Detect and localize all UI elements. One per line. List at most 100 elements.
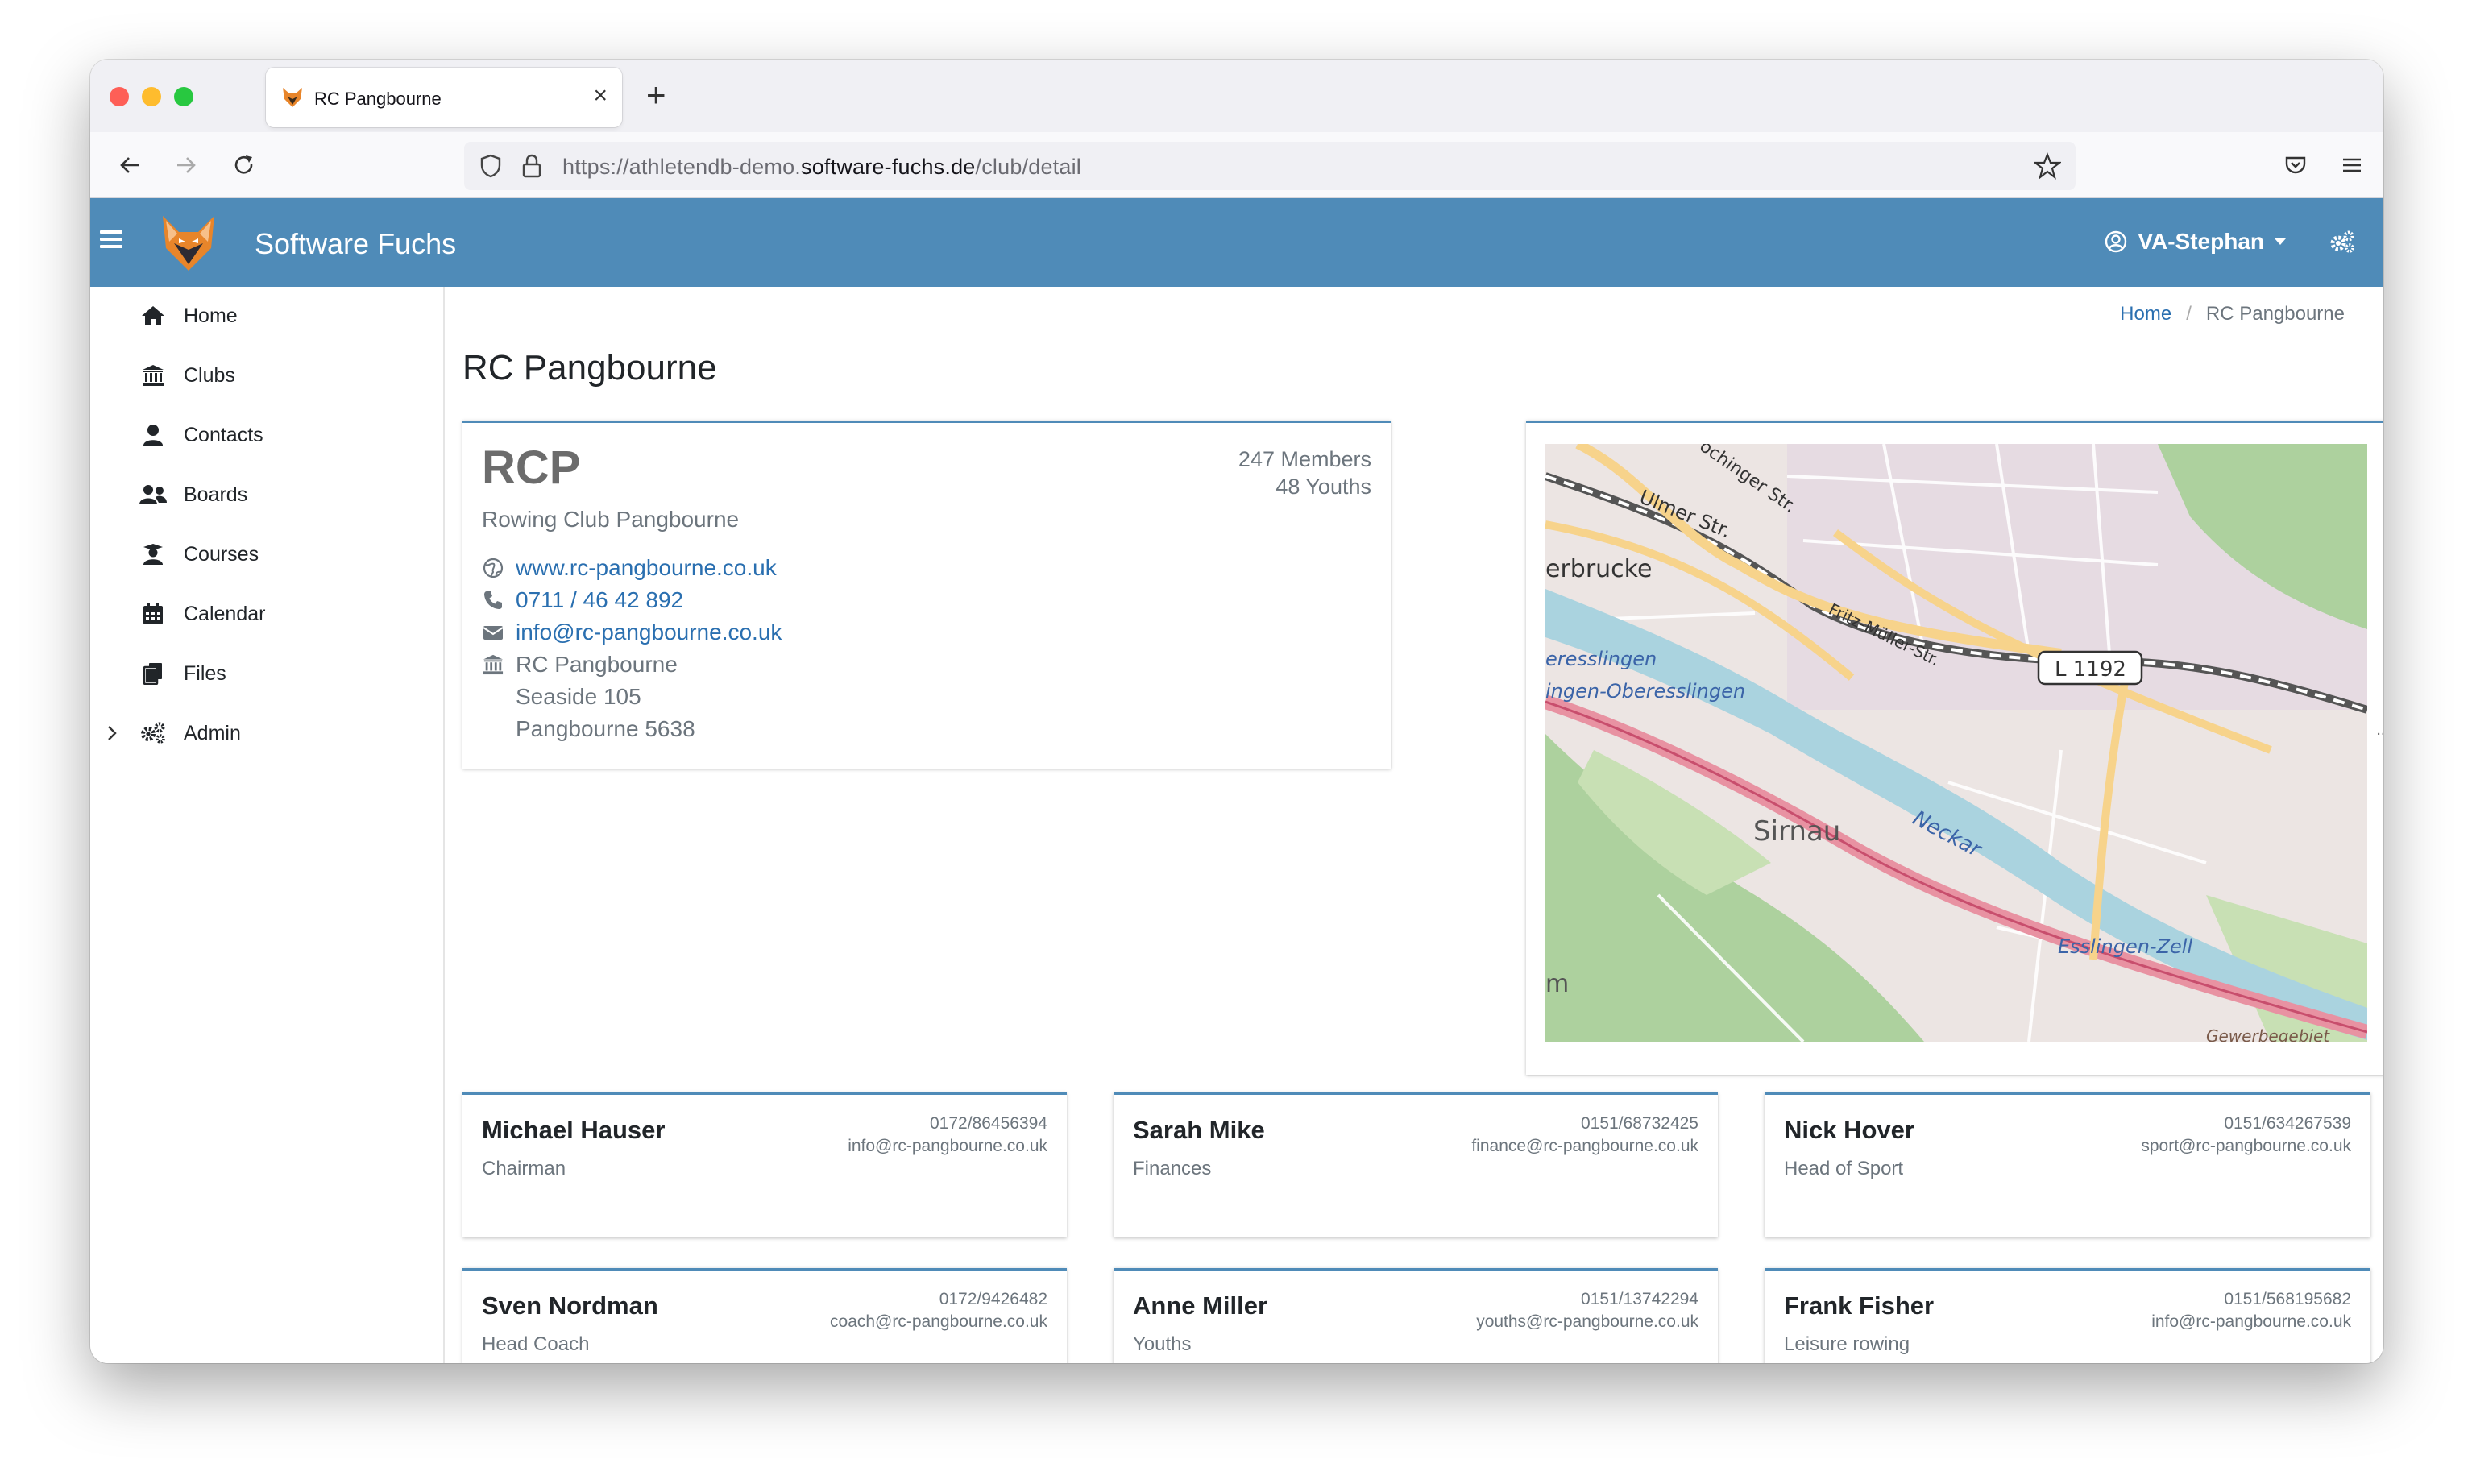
phone-link[interactable]: 0711 / 46 42 892 [516,587,683,613]
user-circle-icon [2105,230,2127,253]
map-card: Ulmer Str. ochinger Str. erbrucke Fritz-… [1526,421,2383,1075]
back-arrow-icon[interactable] [111,147,148,184]
contact-role: Chairman [482,1158,566,1179]
map-label-road: L 1192 [2055,657,2126,682]
sidebar-toggle-icon[interactable] [100,230,122,251]
contact-name: Sarah Mike [1133,1116,1265,1144]
settings-cogs-icon[interactable] [2329,229,2356,255]
chevron-right-icon[interactable] [106,725,118,741]
minimize-window-button[interactable] [142,87,161,106]
contact-phone[interactable]: 0151/634267539 [2224,1114,2351,1134]
tab-title: RC Pangbourne [314,89,442,109]
sidebar-item-label: Courses [184,542,259,566]
user-name: VA-Stephan [2138,229,2264,254]
new-tab-icon[interactable]: + [646,77,666,113]
tab-bar: RC Pangbourne × + [90,60,2383,132]
menu-icon[interactable] [2333,147,2370,184]
sidebar-item-label: Clubs [184,363,235,387]
sidebar-item-contacts[interactable]: Contacts [139,417,263,453]
close-window-button[interactable] [110,87,129,106]
contact-card[interactable]: Sven Nordman Head Coach 0172/9426482 coa… [462,1268,1067,1363]
map-more-icon[interactable]: ... [2376,721,2383,740]
pocket-icon[interactable] [2277,147,2314,184]
contact-card[interactable]: Frank Fisher Leisure rowing 0151/5681956… [1765,1268,2370,1363]
contact-phone[interactable]: 0151/68732425 [1581,1114,1698,1134]
contact-email[interactable]: coach@rc-pangbourne.co.uk [830,1312,1047,1332]
fox-favicon-icon [283,88,302,107]
contact-card[interactable]: Anne Miller Youths 0151/13742294 youths@… [1114,1268,1718,1363]
contact-email[interactable]: finance@rc-pangbourne.co.uk [1471,1137,1698,1156]
phone-row: 0711 / 46 42 892 [482,587,683,613]
url-bar[interactable]: https://athletendb-demo.software-fuchs.d… [464,142,2076,190]
contact-name: Anne Miller [1133,1291,1268,1320]
contact-email[interactable]: sport@rc-pangbourne.co.uk [2141,1137,2351,1156]
youths-count: 48 Youths [1275,475,1371,499]
graduate-icon [139,542,168,566]
contact-email[interactable]: youths@rc-pangbourne.co.uk [1476,1312,1698,1332]
sidebar-item-clubs[interactable]: Clubs [139,358,235,393]
tab-close-icon[interactable]: × [593,82,608,110]
brand-name[interactable]: Software Fuchs [255,227,456,261]
email-link[interactable]: info@rc-pangbourne.co.uk [516,620,782,645]
sidebar-item-label: Home [184,304,238,327]
contact-phone[interactable]: 0151/568195682 [2224,1290,2351,1309]
contact-email[interactable]: info@rc-pangbourne.co.uk [2151,1312,2351,1332]
calendar-icon [139,602,168,626]
url-text[interactable]: https://athletendb-demo.software-fuchs.d… [562,155,1081,180]
contact-role: Head Coach [482,1333,590,1355]
breadcrumb-home-link[interactable]: Home [2120,303,2171,325]
address-city: Pangbourne 5638 [516,716,695,741]
members-count: 247 Members [1238,447,1371,471]
envelope-icon [482,621,504,644]
contact-name: Frank Fisher [1784,1291,1935,1320]
contact-role: Youths [1133,1333,1192,1355]
sidebar-item-home[interactable]: Home [139,298,238,334]
reload-icon[interactable] [226,147,263,184]
sidebar-item-courses[interactable]: Courses [139,537,259,572]
sidebar-item-label: Contacts [184,423,263,446]
map-label-sirnau: Sirnau [1753,815,1840,848]
website-row: www.rc-pangbourne.co.uk [482,555,777,581]
forward-arrow-icon[interactable] [168,147,205,184]
user-icon [139,423,168,447]
user-menu[interactable]: VA-Stephan [2104,229,2287,255]
breadcrumb-current: RC Pangbourne [2205,303,2345,325]
users-icon [139,483,168,507]
contact-role: Head of Sport [1784,1158,1904,1179]
breadcrumb-separator: / [2186,303,2192,325]
map-label-zell: Esslingen-Zell [2058,935,2192,958]
contact-phone[interactable]: 0151/13742294 [1581,1290,1698,1309]
landmark-icon [482,653,504,676]
sidebar-item-label: Admin [184,721,241,744]
sidebar-item-admin[interactable]: Admin [108,715,241,751]
sidebar-item-calendar[interactable]: Calendar [139,596,265,632]
browser-tab[interactable]: RC Pangbourne × [266,68,622,127]
contact-card[interactable]: Michael Hauser Chairman 0172/86456394 in… [462,1092,1067,1237]
contact-card[interactable]: Nick Hover Head of Sport 0151/634267539 … [1765,1092,2370,1237]
lock-icon[interactable] [521,153,543,179]
contact-role: Finances [1133,1158,1212,1179]
sidebar-item-label: Calendar [184,602,266,625]
sidebar-item-boards[interactable]: Boards [139,477,247,512]
shield-icon[interactable] [479,153,503,179]
contact-phone[interactable]: 0172/86456394 [930,1114,1047,1134]
contact-email[interactable]: info@rc-pangbourne.co.uk [848,1137,1047,1156]
club-info-card: RCP Rowing Club Pangbourne 247 Members 4… [462,421,1391,769]
star-bookmark-icon[interactable] [2034,152,2061,180]
map-label-ober2: ingen-Oberesslingen [1545,680,1745,703]
fox-logo[interactable] [158,213,219,274]
maximize-window-button[interactable] [174,87,193,106]
contact-phone[interactable]: 0172/9426482 [939,1290,1047,1309]
website-link[interactable]: www.rc-pangbourne.co.uk [516,555,777,581]
sidebar-item-label: Boards [184,483,248,506]
map-label-erbrucke: erbrucke [1545,555,1652,583]
landmark-icon [139,363,168,388]
contact-card[interactable]: Sarah Mike Finances 0151/68732425 financ… [1114,1092,1718,1237]
browser-window: RC Pangbourne × + https://athletendb-dem… [90,60,2383,1363]
sidebar-item-files[interactable]: Files [139,656,226,691]
club-location-map[interactable]: Ulmer Str. ochinger Str. erbrucke Fritz-… [1545,444,2367,1042]
map-label-ober1: eresslingen [1545,648,1657,670]
sidebar: Home Clubs Contacts Boards Courses Calen… [90,287,445,1363]
contact-name: Sven Nordman [482,1291,658,1320]
files-icon [139,661,168,686]
